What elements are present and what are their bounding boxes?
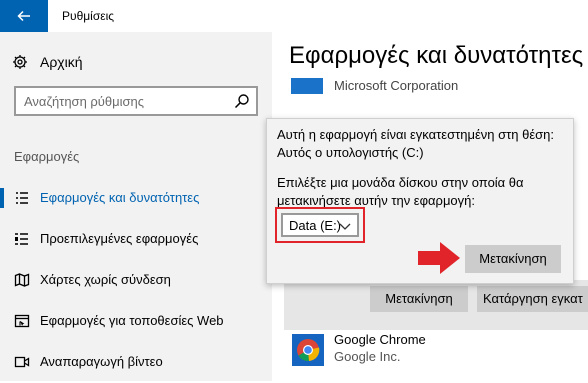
window-title: Ρυθμίσεις [62,9,115,23]
video-playback-icon [14,354,30,370]
sidebar-item-label: Εφαρμογές για τοποθεσίες Web [40,313,224,328]
sidebar-item-apps-features[interactable]: Εφαρμογές και δυνατότητες [0,178,272,219]
flyout-text-choose-2: μετακινήσετε αυτήν την εφαρμογή: [277,193,476,208]
sidebar-home[interactable]: Αρχική [12,52,83,72]
section-label: Εφαρμογές [14,149,80,164]
app-name: Google Chrome [334,332,426,347]
sidebar-item-label: Προεπιλεγμένες εφαρμογές [40,231,199,246]
list-item[interactable]: Google Chrome Google Inc. [290,328,580,368]
app-tile-icon [291,78,323,94]
app-publisher: Microsoft Corporation [334,78,459,93]
title-bar: Ρυθμίσεις [0,0,588,32]
back-arrow-icon [17,10,30,22]
back-button[interactable] [0,0,48,32]
page-title: Εφαρμογές και δυνατότητες [289,42,584,69]
red-highlight-box: Data (E:) [275,207,365,243]
chrome-icon [292,334,324,366]
apps-list-icon [14,190,30,206]
default-apps-icon [14,231,30,247]
red-arrow-icon [418,242,460,274]
move-button[interactable]: Μετακίνηση [370,286,468,312]
sidebar-item-label: Εφαρμογές και δυνατότητες [40,190,200,205]
search-input[interactable] [16,88,234,114]
search-box[interactable] [14,86,258,116]
sidebar-item-default-apps[interactable]: Προεπιλεγμένες εφαρμογές [0,219,272,260]
drive-select[interactable]: Data (E:) [281,213,359,237]
sidebar-item-label: Χάρτες χωρίς σύνδεση [40,272,171,287]
home-label: Αρχική [40,54,83,70]
websites-apps-icon [14,313,30,329]
search-icon[interactable] [234,93,250,109]
flyout-text-installed: Αυτή η εφαρμογή είναι εγκατεστημένη στη … [277,127,554,142]
sidebar: Αρχική Εφαρμογές Εφαρμογές και δυνατότητ… [0,32,272,381]
sidebar-item-video-playback[interactable]: Αναπαραγωγή βίντεο [0,342,272,383]
chevron-down-icon [339,223,351,230]
offline-maps-icon [14,272,30,288]
gear-icon [12,54,28,70]
flyout-text-location: Αυτός ο υπολογιστής (C:) [277,145,424,160]
active-indicator [0,188,4,208]
uninstall-button[interactable]: Κατάργηση εγκατ [477,286,588,312]
sidebar-nav: Εφαρμογές και δυνατότητες Προεπιλεγμένες… [0,178,272,383]
sidebar-item-websites-apps[interactable]: Εφαρμογές για τοποθεσίες Web [0,301,272,342]
flyout-move-button[interactable]: Μετακίνηση [465,245,561,273]
drive-select-value: Data (E:) [289,217,342,233]
sidebar-item-offline-maps[interactable]: Χάρτες χωρίς σύνδεση [0,260,272,301]
sidebar-item-label: Αναπαραγωγή βίντεο [40,354,163,369]
app-publisher: Google Inc. [334,349,401,364]
flyout-text-choose: Επιλέξτε μια μονάδα δίσκου στην οποία θα [277,175,524,190]
